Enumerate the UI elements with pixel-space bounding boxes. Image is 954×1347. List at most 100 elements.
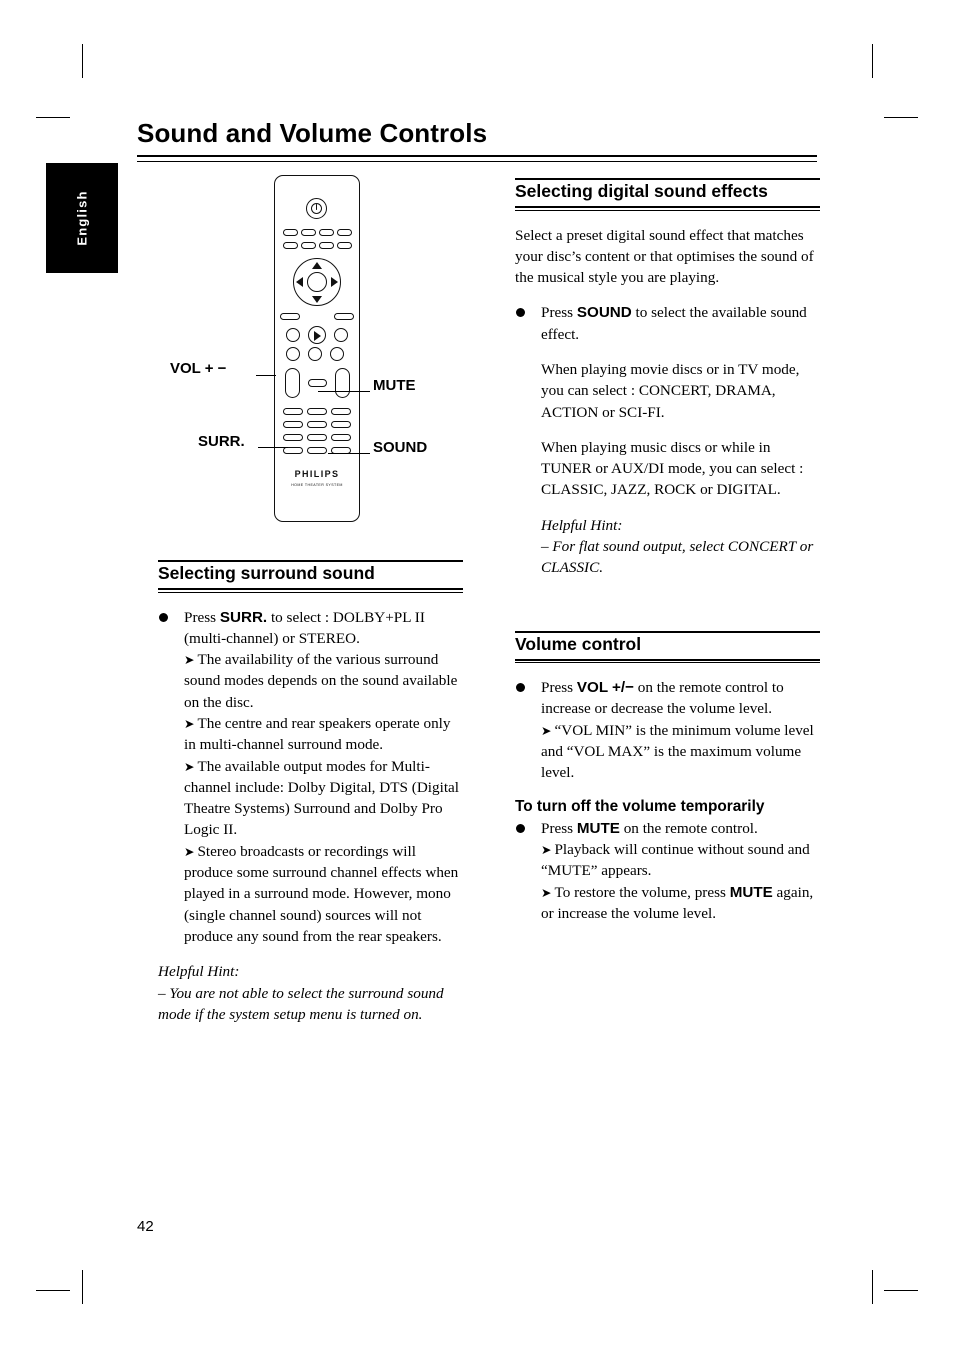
digital-section-rule-top [515,178,820,180]
mode-button-2 [301,242,316,249]
volume-arrow-1: ➤ “VOL MIN” is the minimum volume level a… [541,720,820,784]
callout-vol-leader [256,375,276,376]
mute-bullet-lead2: on the remote control. [619,819,758,837]
crop-mark-right-bottom [884,1290,918,1291]
play-icon [314,331,321,341]
arrow-icon: ➤ [184,843,195,859]
surround-arrow-4: ➤ Stereo broadcasts or recordings will pr… [184,841,463,947]
title-rule-thick [137,155,817,157]
surround-bullet-text: Press SURR. to select : DOLBY+PL II (mul… [184,607,463,650]
brand-logo: PHILIPS [294,469,340,479]
arrow-icon: ➤ [541,722,552,738]
source-button-4 [337,229,352,236]
bullet-dot-icon [159,612,168,622]
next-track-button [334,328,348,342]
digital-music-text: When playing music discs or while in TUN… [541,438,804,499]
source-button-1 [283,229,298,236]
keypad-button-r2c1 [283,421,303,428]
volume-bullet-lead1: Press [541,679,577,697]
mute-button [308,379,327,387]
digital-section-rule-bottom [515,209,820,211]
mute-arrow-1: ➤ Playback will continue without sound an… [541,839,820,882]
digital-bullet-text: Press SOUND to select the available soun… [541,302,820,345]
crop-mark-left-top [36,117,70,118]
keypad-button-r2c3 [331,421,351,428]
surround-section-rule-mid [158,588,463,590]
keypad-button-r3c1 [283,434,303,441]
digital-bullet-bold: SOUND [576,304,632,322]
crop-mark-top-right [872,44,873,78]
source-button-3 [319,229,334,236]
callout-sound: SOUND [373,439,428,456]
digital-section-rule-mid [515,206,820,208]
title-rule-thin [137,161,817,162]
mute-bullet-lead1: Press [541,819,577,837]
surround-arrow-4-text: Stereo broadcasts or recordings will pro… [184,842,459,945]
bullet-dot-icon [516,308,525,318]
mute-bullet: Press MUTE on the remote control. ➤ Playb… [515,818,820,924]
source-button-2 [301,229,316,236]
mute-bullet-bold: MUTE [576,819,620,837]
volume-bullet-text: Press VOL +/− on the remote control to i… [541,677,820,720]
arrow-icon: ➤ [184,652,195,668]
callout-surr: SURR. [198,433,245,450]
mode-button-3 [319,242,334,249]
prev-track-button [286,328,300,342]
keypad-button-r4c1 [283,447,303,454]
brand-subtitle: HOME THEATER SYSTEM [291,483,343,487]
keypad-button-r1c1 [283,408,303,415]
menu-button-left [280,313,300,320]
volume-arrow-1-text: “VOL MIN” is the minimum volume level an… [541,721,814,782]
surround-bullet-bold: SURR. [219,608,268,626]
remote-body: PHILIPS HOME THEATER SYSTEM [274,175,360,522]
bullet-dot-icon [516,683,525,693]
callout-sound-leader [328,453,370,454]
arrow-icon: ➤ [541,884,552,900]
remote-control-figure: PHILIPS HOME THEATER SYSTEM VOL + − SURR… [168,175,468,525]
callout-mute: MUTE [373,377,416,394]
surround-arrow-2-text: The centre and rear speakers operate onl… [184,714,451,754]
surround-hint-title: Helpful Hint: [158,963,240,981]
volume-bullet: Press VOL +/− on the remote control to i… [515,677,820,783]
surround-arrow-3-text: The available output modes for Multi-cha… [184,757,460,839]
left-column: Selecting surround sound Press SURR. to … [158,560,463,1025]
keypad-button-r3c3 [331,434,351,441]
crop-mark-right-top [884,117,918,118]
mute-arrow-2-bold: MUTE [729,883,773,901]
digital-bullet: Press SOUND to select the available soun… [515,302,820,578]
surround-section-heading: Selecting surround sound [158,563,375,583]
callout-mute-leader [318,391,370,392]
nav-down-arrow-icon [312,296,322,303]
volume-section-rule-mid [515,658,820,661]
keypad-button-r4c2 [307,447,327,454]
page-title: Sound and Volume Controls [137,118,488,148]
mute-arrow-2: ➤ To restore the volume, press MUTE again… [541,882,820,925]
surround-arrow-1: ➤ The availability of the various surroun… [184,649,463,713]
stop-button [286,347,300,361]
nav-left-arrow-icon [296,277,303,287]
surround-bullet: Press SURR. to select : DOLBY+PL II (mul… [158,607,463,948]
sound-rocker-button [335,368,350,398]
surround-arrow-2: ➤ The centre and rear speakers operate on… [184,713,463,756]
volume-section-heading: Volume control [515,633,642,654]
volume-section-rule-bottom [515,662,820,664]
digital-hint-title: Helpful Hint: [541,516,623,534]
keypad-button-r3c2 [307,434,327,441]
surround-hint-text: – You are not able to select the surroun… [158,984,444,1023]
arrow-icon: ➤ [184,715,195,731]
crop-mark-left-bottom [36,1290,70,1291]
keypad-button-r1c3 [331,408,351,415]
digital-section-heading: Selecting digital sound effects [515,181,768,201]
volume-bullet-bold: VOL +/− [576,679,634,697]
mute-bullet-text: Press MUTE on the remote control. [541,818,820,839]
surround-arrow-3: ➤ The available output modes for Multi-ch… [184,756,463,841]
mode-button-1 [283,242,298,249]
crop-mark-bottom-left [82,1270,83,1304]
digital-hint-text: – For flat sound output, select CONCERT … [541,538,814,577]
language-tab-label: English [74,190,90,246]
pause-button [308,347,322,361]
digital-intro-text: Select a preset digital sound effect tha… [515,226,814,287]
right-column: Selecting digital sound effects Select a… [515,178,820,938]
surround-bullet-lead1: Press [184,608,220,626]
digital-movie-text: When playing movie discs or in TV mode, … [541,360,800,421]
